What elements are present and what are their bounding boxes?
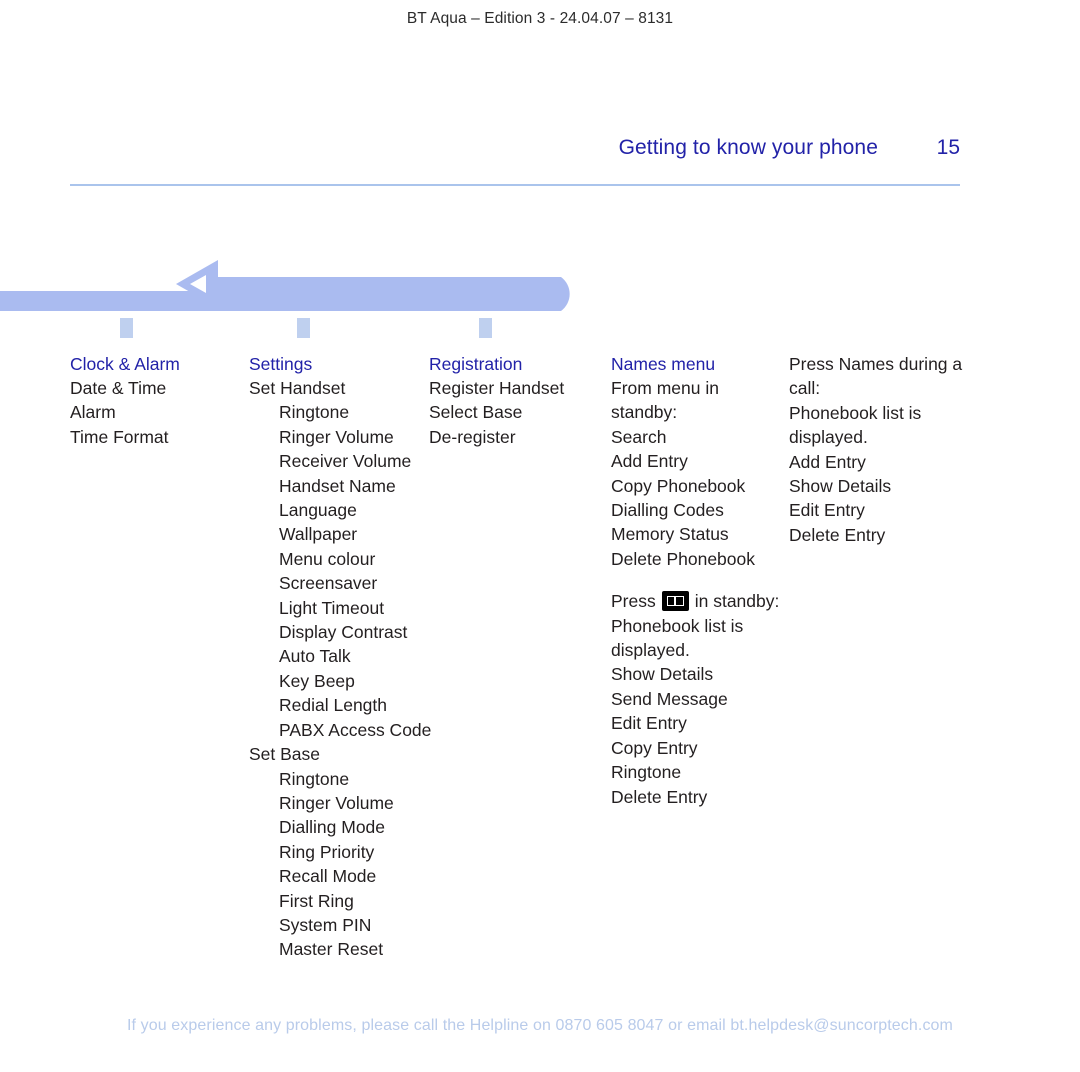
menu-item: Key Beep <box>279 670 355 691</box>
menu-item: Search <box>611 426 667 447</box>
column-names-menu: Names menu From menu in standby: Search … <box>611 352 786 809</box>
column-heading: Registration <box>429 354 523 374</box>
phonebook-status-text: Phonebook list is displayed. <box>789 402 922 448</box>
column-heading: Clock & Alarm <box>70 354 180 374</box>
menu-map-columns: Clock & Alarm Date & Time Alarm Time For… <box>0 352 1080 992</box>
column-registration: Registration Register Handset Select Bas… <box>429 352 609 449</box>
menu-item: Edit Entry <box>789 500 865 521</box>
menu-item: Ringtone <box>611 762 682 783</box>
menu-item: Light Timeout <box>279 597 385 618</box>
menu-item: Delete Entry <box>611 786 708 807</box>
menu-item: Show Details <box>789 476 892 497</box>
menu-item: Memory Status <box>611 524 729 545</box>
page-title: Getting to know your phone <box>618 136 878 159</box>
menu-item: Dialling Mode <box>279 817 386 838</box>
flow-tick-clock-alarm <box>120 318 133 338</box>
phonebook-status-text: Phonebook list is displayed. <box>611 615 744 661</box>
menu-item: Alarm <box>70 402 116 423</box>
menu-item: Select Base <box>429 402 523 423</box>
menu-item: Ring Priority <box>279 841 375 862</box>
menu-item: Recall Mode <box>279 866 377 887</box>
column-heading: Settings <box>249 354 313 374</box>
menu-item: Receiver Volume <box>279 451 412 472</box>
title-divider <box>70 184 960 186</box>
menu-item: Send Message <box>611 688 728 709</box>
menu-item: Screensaver <box>279 573 378 594</box>
menu-item: Ringer Volume <box>279 792 394 813</box>
menu-item: Ringer Volume <box>279 426 394 447</box>
menu-item: Show Details <box>611 664 714 685</box>
menu-item: System PIN <box>279 914 372 935</box>
menu-item: PABX Access Code <box>279 719 432 740</box>
press-suffix: in standby: <box>694 591 780 612</box>
during-call-intro: Press Names during a call: <box>789 354 963 399</box>
helpline-footer: If you experience any problems, please c… <box>127 1017 953 1034</box>
menu-item: First Ring <box>279 890 354 911</box>
menu-item: Add Entry <box>611 451 688 472</box>
menu-item: Register Handset <box>429 378 565 398</box>
menu-item: Menu colour <box>279 548 376 569</box>
column-heading: Names menu <box>611 354 716 374</box>
flow-tick-registration <box>479 318 492 338</box>
menu-item: Edit Entry <box>611 713 687 734</box>
menu-item: De-register <box>429 426 516 447</box>
menu-item: Copy Entry <box>611 737 698 758</box>
column-during-call: Press Names during a call: Phonebook lis… <box>789 352 989 547</box>
column-clock-alarm: Clock & Alarm Date & Time Alarm Time For… <box>70 352 245 449</box>
menu-item: Handset Name <box>279 475 396 496</box>
menu-item: Redial Length <box>279 695 387 716</box>
phonebook-key-icon <box>661 591 689 612</box>
chapter-header: Getting to know your phone 15 <box>70 136 960 160</box>
menu-item: Master Reset <box>279 939 384 960</box>
press-key-instruction: Press in standby: <box>611 589 786 613</box>
standby-intro: From menu in standby: <box>611 378 719 423</box>
menu-item: Ringtone <box>279 402 350 423</box>
menu-item: Date & Time <box>70 378 167 398</box>
menu-item: Ringtone <box>279 768 350 789</box>
menu-item: Auto Talk <box>279 646 351 667</box>
menu-item: Dialling Codes <box>611 500 724 521</box>
menu-item: Language <box>279 500 357 521</box>
menu-item: Set Base <box>249 744 321 765</box>
menu-item: Time Format <box>70 426 169 447</box>
menu-item: Wallpaper <box>279 524 358 545</box>
page-number: 15 <box>936 136 960 159</box>
menu-item: Set Handset <box>249 378 346 398</box>
column-settings: Settings Set Handset Ringtone Ringer Vol… <box>249 352 432 962</box>
menu-item: Copy Phonebook <box>611 475 746 496</box>
menu-item: Add Entry <box>789 451 866 472</box>
menu-item: Delete Phonebook <box>611 548 755 569</box>
running-head: BT Aqua – Edition 3 - 24.04.07 – 8131 <box>406 10 674 27</box>
press-label: Press <box>611 591 656 612</box>
menu-item: Display Contrast <box>279 622 408 643</box>
flow-tick-settings <box>297 318 310 338</box>
menu-item: Delete Entry <box>789 524 886 545</box>
